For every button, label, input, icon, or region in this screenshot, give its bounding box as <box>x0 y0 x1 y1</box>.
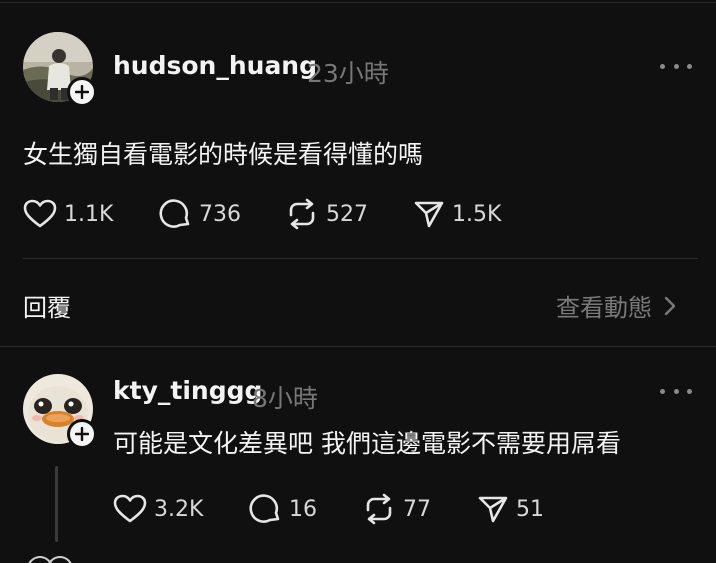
reply-reply-button[interactable]: 16 <box>248 492 317 526</box>
reply-timestamp: 8小時 <box>252 384 318 413</box>
post-username[interactable]: hudson_huang <box>113 51 317 80</box>
reply-repost-button[interactable]: 77 <box>362 492 431 526</box>
comment-icon <box>249 494 280 523</box>
more-dot-icon <box>687 63 692 69</box>
follow-plus-badge[interactable] <box>67 77 97 107</box>
repost-icon <box>366 493 392 525</box>
reply-text: 可能是文化差異吧 我們這邊電影不需要用屌看 <box>113 429 621 458</box>
comment-icon <box>159 199 190 228</box>
more-dot-icon <box>660 63 665 69</box>
reply-reply-count: 16 <box>289 496 317 522</box>
plus-icon <box>75 427 89 441</box>
replies-heading: 回覆 <box>23 294 71 322</box>
repost-count: 527 <box>326 201 368 227</box>
more-dot-icon <box>673 388 679 394</box>
repost-icon <box>289 198 315 230</box>
plus-icon <box>75 85 89 99</box>
send-icon <box>414 201 444 228</box>
repost-button[interactable]: 527 <box>285 197 368 231</box>
more-dot-icon <box>673 63 679 69</box>
reply-share-button[interactable]: 51 <box>477 492 544 526</box>
follow-plus-badge[interactable] <box>67 419 97 449</box>
more-dot-icon <box>687 388 692 394</box>
reply-username[interactable]: kty_tinggg <box>113 376 262 405</box>
chevron-right-icon <box>664 296 676 315</box>
like-button[interactable]: 1.1K <box>23 197 113 231</box>
reply-count: 736 <box>199 201 241 227</box>
more-dot-icon <box>660 388 665 394</box>
share-count: 1.5K <box>452 201 502 227</box>
post-timestamp: 23小時 <box>307 59 389 88</box>
heart-icon <box>23 199 57 228</box>
post-more-button[interactable] <box>660 62 692 70</box>
reply-more-button[interactable] <box>660 387 692 395</box>
reply-share-count: 51 <box>516 496 544 522</box>
top-divider <box>0 2 716 3</box>
section-divider <box>23 258 698 259</box>
post-text: 女生獨自看電影的時候是看得懂的嗎 <box>23 140 424 169</box>
full-divider <box>0 346 716 347</box>
view-activity-link[interactable]: 查看動態 <box>556 288 680 323</box>
reply-button[interactable]: 736 <box>158 197 241 231</box>
partial-avatar-stack <box>26 556 96 563</box>
reply-repost-count: 77 <box>403 496 431 522</box>
heart-icon <box>113 494 147 523</box>
share-button[interactable]: 1.5K <box>413 197 501 231</box>
reply-like-count: 3.2K <box>154 496 204 522</box>
thread-line <box>55 466 58 542</box>
reply-like-button[interactable]: 3.2K <box>113 492 203 526</box>
view-activity-label: 查看動態 <box>556 294 652 322</box>
like-count: 1.1K <box>64 201 114 227</box>
send-icon <box>478 496 508 523</box>
